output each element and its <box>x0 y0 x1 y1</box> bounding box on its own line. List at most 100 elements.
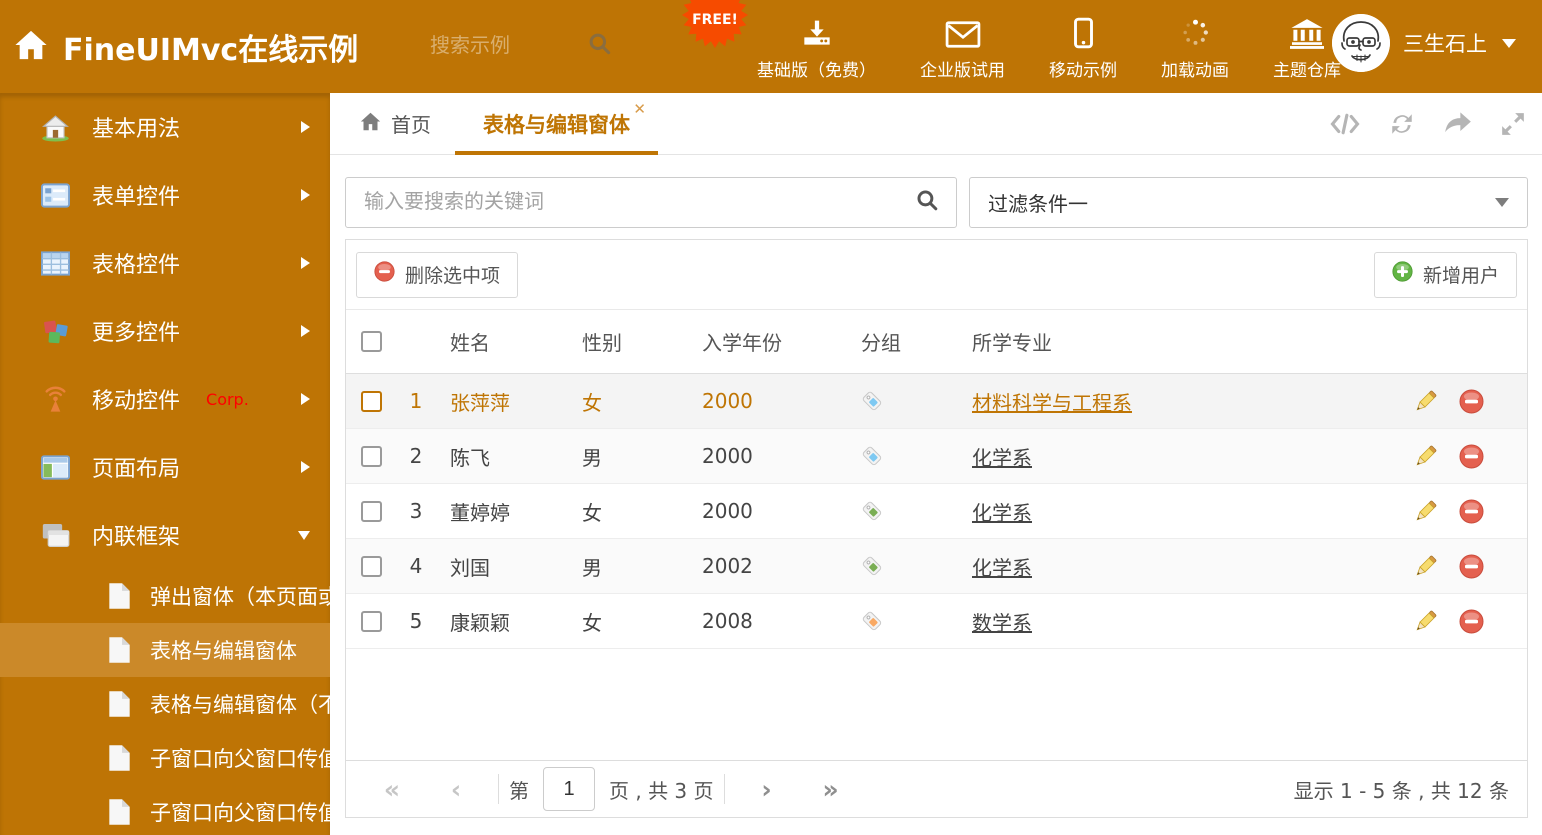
table-icon <box>40 248 70 278</box>
major-link[interactable]: 化学系 <box>972 446 1032 470</box>
header-search-input[interactable] <box>428 33 587 59</box>
record-summary: 显示 1 - 5 条 , 共 12 条 <box>1293 778 1509 803</box>
major-link[interactable]: 化学系 <box>972 501 1032 525</box>
row-checkbox[interactable] <box>361 610 382 632</box>
add-user-label: 新增用户 <box>1422 266 1499 287</box>
page-icon <box>108 798 132 826</box>
chevron-right-icon <box>301 189 310 201</box>
nav-item-enterprise-trial[interactable]: 企业版试用 <box>898 13 1027 81</box>
pagination-bar: « ‹ 第 页 , 共 3 页 › » 显示 1 - 5 条 , 共 12 条 <box>346 760 1527 817</box>
edit-icon[interactable] <box>1397 553 1453 580</box>
last-page-button[interactable]: » <box>799 775 863 804</box>
form-icon <box>40 180 70 210</box>
sidebar-subitem-child-to-parent-2[interactable]: 子窗口向父窗口传值... <box>0 785 330 835</box>
active-tab-underline <box>455 151 658 155</box>
cell-name: 董婷婷 <box>450 500 510 525</box>
source-code-icon[interactable] <box>1330 112 1360 136</box>
row-checkbox[interactable] <box>361 445 382 467</box>
nav-item-basic-edition-free[interactable]: 基础版（免费） <box>735 13 898 81</box>
close-icon[interactable]: ✕ <box>633 100 646 118</box>
sidebar-item-grid-controls[interactable]: 表格控件 <box>0 229 330 297</box>
sidebar-item-inline-frames[interactable]: 内联框架 <box>0 501 330 569</box>
delete-selected-button[interactable]: 删除选中项 <box>356 251 519 298</box>
tab-home[interactable]: 首页 <box>360 93 431 154</box>
header-search <box>428 26 638 66</box>
sidebar-item-form-controls[interactable]: 表单控件 <box>0 161 330 229</box>
sidebar: 基本用法 表单控件 表格控件 更多控件 移动控件 Corp. 页面布局 内联框架 弹出窗体（本页… <box>0 93 330 835</box>
prev-page-button[interactable]: ‹ <box>424 775 488 804</box>
sidebar-subitem-child-to-parent[interactable]: 子窗口向父窗口传值 <box>0 731 330 785</box>
sidebar-subitem-label: 子窗口向父窗口传值... <box>150 801 330 825</box>
major-link[interactable]: 数学系 <box>972 611 1032 635</box>
nav-item-label: 加载动画 <box>1161 61 1229 81</box>
tag-icon <box>848 445 960 468</box>
major-link[interactable]: 材料科学与工程系 <box>972 391 1132 415</box>
header-nav: 基础版（免费） 企业版试用 移动示例 加载动画 主题仓库 <box>735 13 1363 81</box>
search-icon[interactable] <box>915 188 940 217</box>
row-checkbox[interactable] <box>361 555 382 577</box>
filter-row: 过滤条件一 <box>345 177 1528 228</box>
edit-icon[interactable] <box>1397 498 1453 525</box>
grid-panel: 删除选中项 新增用户 姓名 性别 入学年份 分组 所学专业 1 张萍萍女 2000 材… <box>345 239 1528 818</box>
cell-year: 2000 <box>702 499 753 523</box>
tab-grid-edit-window[interactable]: 表格与编辑窗体 ✕ <box>455 93 658 155</box>
layout-icon <box>40 452 70 482</box>
tag-icon <box>848 610 960 633</box>
sidebar-item-more-controls[interactable]: 更多控件 <box>0 297 330 365</box>
user-menu[interactable]: 三生石上 <box>1332 14 1516 72</box>
keyword-search-input[interactable] <box>362 190 915 215</box>
sidebar-subitem-label: 表格与编辑窗体 <box>150 639 297 663</box>
tag-icon <box>848 555 960 578</box>
column-header-gender[interactable]: 性别 <box>570 327 690 356</box>
column-header-year[interactable]: 入学年份 <box>690 327 848 356</box>
filter-dropdown[interactable]: 过滤条件一 <box>969 177 1528 228</box>
edit-icon[interactable] <box>1397 388 1453 415</box>
first-page-button[interactable]: « <box>360 775 424 804</box>
divider <box>498 774 499 804</box>
sidebar-item-page-layout[interactable]: 页面布局 <box>0 433 330 501</box>
refresh-icon[interactable] <box>1388 111 1416 137</box>
sidebar-subitem-grid-edit-window[interactable]: 表格与编辑窗体 <box>0 623 330 677</box>
tab-active-label: 表格与编辑窗体 <box>483 112 630 137</box>
column-header-group[interactable]: 分组 <box>848 327 960 356</box>
tab-tools <box>1330 93 1526 154</box>
nav-item-loading-animations[interactable]: 加载动画 <box>1139 13 1251 81</box>
row-checkbox[interactable] <box>361 500 382 522</box>
delete-selected-label: 删除选中项 <box>405 266 501 287</box>
edit-icon[interactable] <box>1397 608 1453 635</box>
minus-circle-icon <box>374 261 395 288</box>
brand[interactable]: FineUIMvc在线示例 <box>14 25 358 69</box>
share-icon[interactable] <box>1444 111 1472 136</box>
username[interactable]: 三生石上 <box>1403 28 1487 58</box>
delete-icon[interactable] <box>1453 609 1527 634</box>
delete-icon[interactable] <box>1453 444 1527 469</box>
search-icon[interactable] <box>587 31 613 61</box>
edit-icon[interactable] <box>1397 443 1453 470</box>
avatar[interactable] <box>1332 14 1390 72</box>
sidebar-subitem-popup-window[interactable]: 弹出窗体（本页面或... <box>0 569 330 623</box>
major-link[interactable]: 化学系 <box>972 556 1032 580</box>
column-header-name[interactable]: 姓名 <box>438 327 570 356</box>
delete-icon[interactable] <box>1453 389 1527 414</box>
sidebar-subitem-grid-edit-window-no[interactable]: 表格与编辑窗体（不... <box>0 677 330 731</box>
row-checkbox[interactable] <box>361 390 382 412</box>
sidebar-item-mobile-controls[interactable]: 移动控件 Corp. <box>0 365 330 433</box>
delete-icon[interactable] <box>1453 499 1527 524</box>
row-number: 4 <box>409 554 423 578</box>
cell-name: 张萍萍 <box>450 390 510 415</box>
table-row: 3 董婷婷 女 2000 化学系 <box>346 484 1527 539</box>
nav-item-mobile-examples[interactable]: 移动示例 <box>1027 13 1139 81</box>
select-all-checkbox[interactable] <box>361 331 382 352</box>
table-row: 1 张萍萍 女 2000 材料科学与工程系 <box>346 374 1527 429</box>
page-number-input[interactable] <box>543 767 595 811</box>
chevron-right-icon <box>301 461 310 473</box>
next-page-button[interactable]: › <box>735 775 799 804</box>
add-user-button[interactable]: 新增用户 <box>1373 251 1517 298</box>
cell-gender: 女 <box>582 390 602 415</box>
column-header-major[interactable]: 所学专业 <box>960 327 1397 356</box>
sidebar-item-basic-usage[interactable]: 基本用法 <box>0 93 330 161</box>
delete-icon[interactable] <box>1453 554 1527 579</box>
chevron-right-icon <box>301 393 310 405</box>
table-header: 姓名 性别 入学年份 分组 所学专业 <box>346 310 1527 374</box>
expand-icon[interactable] <box>1500 111 1526 137</box>
